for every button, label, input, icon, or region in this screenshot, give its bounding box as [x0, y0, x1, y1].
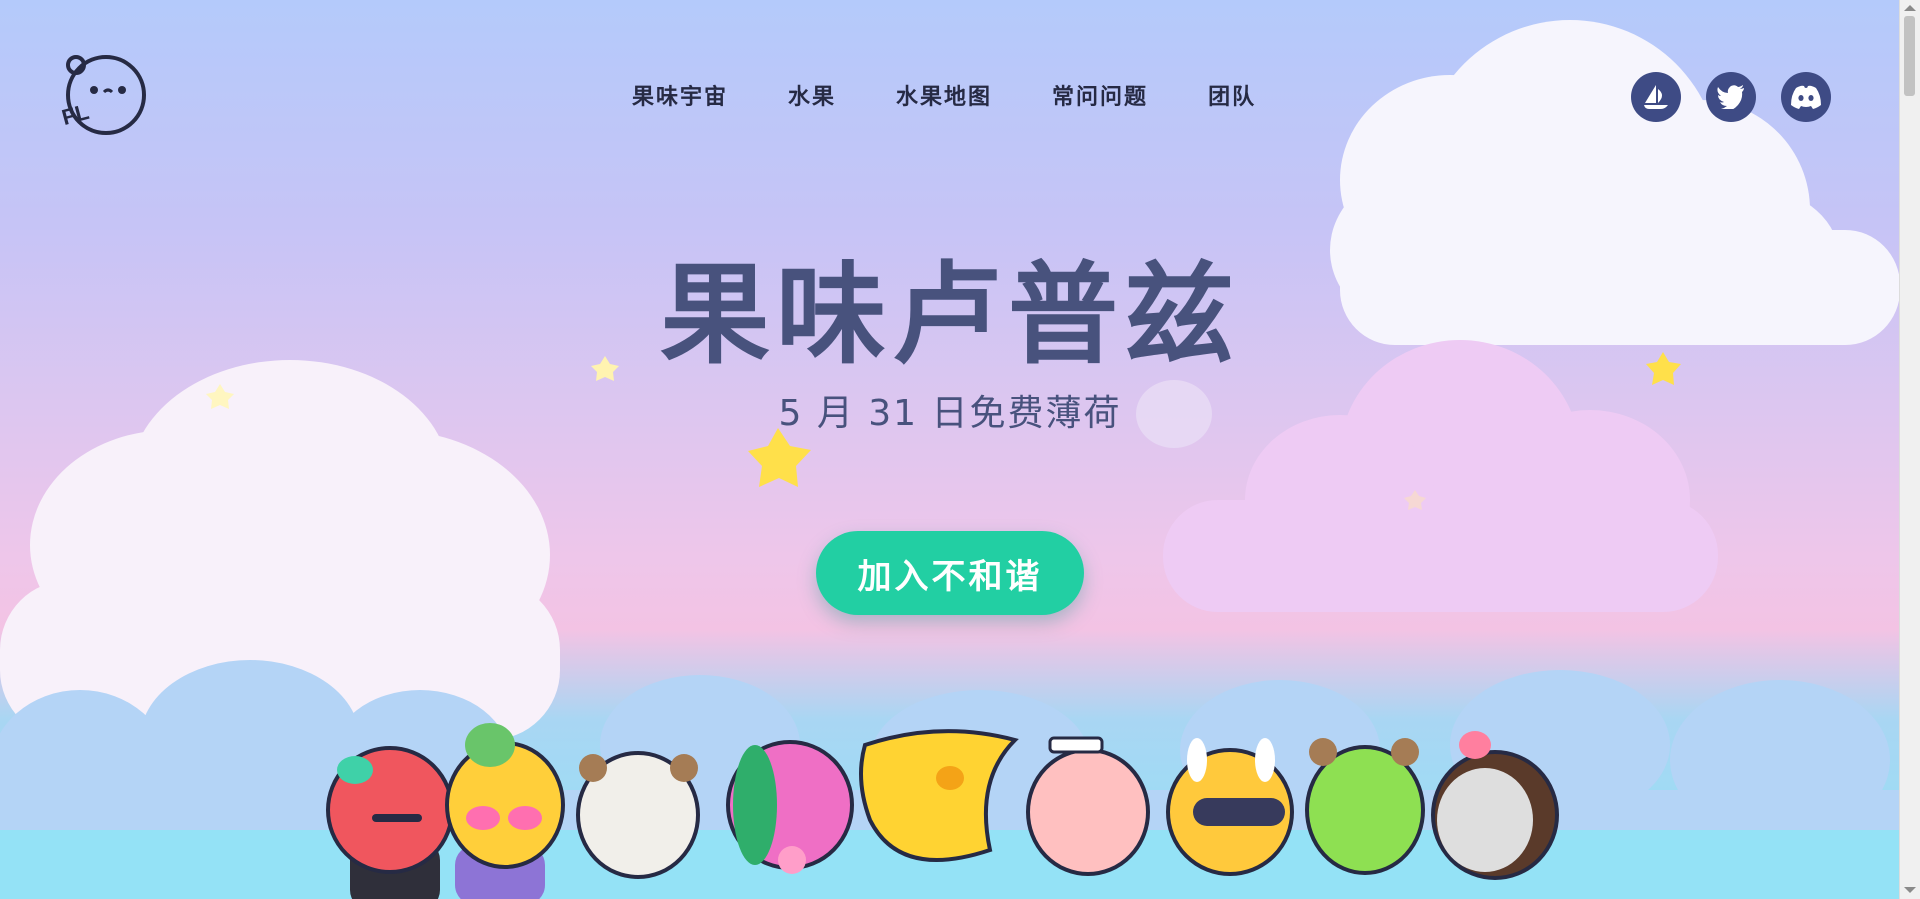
nav-link-team[interactable]: 团队	[1208, 78, 1256, 118]
hero-subtitle: 5 月 31 日免费薄荷	[778, 393, 1122, 434]
opensea-icon	[1644, 85, 1668, 109]
discord-button[interactable]	[1781, 72, 1831, 122]
nav-link-faq[interactable]: 常问问题	[1052, 78, 1148, 118]
opensea-button[interactable]	[1631, 72, 1681, 122]
vertical-scrollbar[interactable]	[1899, 0, 1920, 899]
discord-icon	[1791, 85, 1821, 109]
nav-link-fruits[interactable]: 水果	[788, 78, 836, 118]
durian-character	[576, 751, 700, 879]
nav-link-fruit-map[interactable]: 水果地图	[896, 78, 992, 118]
background-scenery	[0, 20, 1920, 899]
twitter-button[interactable]	[1706, 72, 1756, 122]
twitter-icon	[1717, 85, 1744, 109]
avocado-character	[1305, 738, 1425, 875]
nav-link-fruity-universe[interactable]: 果味宇宙	[632, 78, 728, 118]
nav-links: 果味宇宙 水果 水果地图 常问问题 团队	[632, 78, 1256, 118]
join-discord-button[interactable]: 加入不和谐	[816, 531, 1084, 615]
scroll-up-arrow-icon[interactable]	[1904, 5, 1916, 11]
scrollbar-thumb[interactable]	[1904, 16, 1915, 96]
scroll-down-arrow-icon[interactable]	[1904, 887, 1916, 893]
hero-title: 果味卢普兹	[660, 251, 1240, 379]
